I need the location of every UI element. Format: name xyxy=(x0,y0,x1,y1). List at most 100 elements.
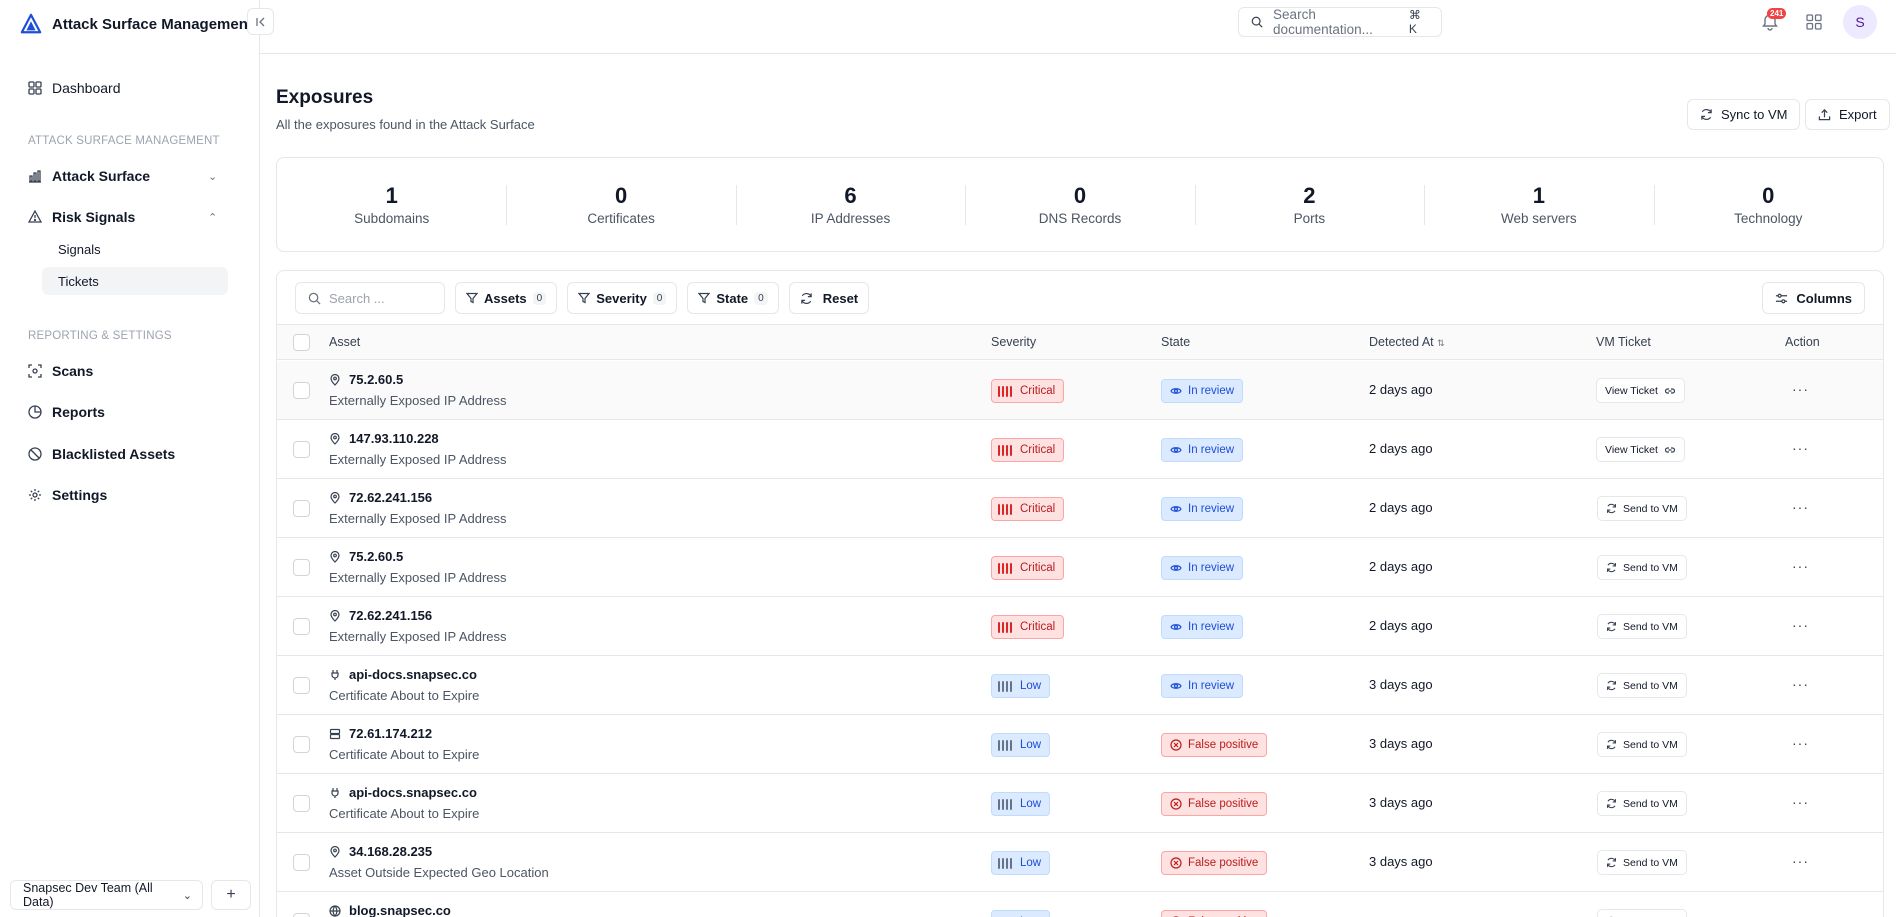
sidebar-subitem-signals[interactable]: Signals xyxy=(42,235,228,263)
sidebar-item-dashboard[interactable]: Dashboard xyxy=(28,76,121,100)
column-header-severity[interactable]: Severity xyxy=(991,335,1036,349)
sidebar-item-settings[interactable]: Settings xyxy=(28,483,107,507)
row-checkbox[interactable] xyxy=(293,500,310,517)
state-badge[interactable]: In review xyxy=(1161,438,1244,462)
view-ticket-button[interactable]: View Ticket xyxy=(1596,378,1685,403)
state-badge[interactable]: In review xyxy=(1161,615,1244,639)
view-ticket-button[interactable]: View Ticket xyxy=(1596,437,1685,462)
column-header-detected-at[interactable]: Detected At ⇅ xyxy=(1369,335,1445,349)
collapse-sidebar-button[interactable] xyxy=(247,8,274,35)
export-button[interactable]: Export xyxy=(1805,99,1890,130)
asset-name[interactable]: api-docs.snapsec.co xyxy=(329,785,477,800)
more-actions-icon[interactable]: ··· xyxy=(1792,912,1809,917)
table-row[interactable]: 72.62.241.156 Externally Exposed IP Addre… xyxy=(277,597,1883,656)
send-to-vm-button[interactable]: Send to VM xyxy=(1597,850,1687,875)
table-row[interactable]: 72.61.174.212 Certificate About to Expire… xyxy=(277,715,1883,774)
send-to-vm-button[interactable]: Send to VM xyxy=(1597,555,1687,580)
asset-name[interactable]: 75.2.60.5 xyxy=(329,549,403,564)
stat-technology[interactable]: 0 Technology xyxy=(1653,158,1883,251)
more-actions-icon[interactable]: ··· xyxy=(1792,794,1809,810)
brand[interactable]: Attack Surface Management xyxy=(20,12,253,36)
row-checkbox[interactable] xyxy=(293,618,310,635)
state-badge[interactable]: In review xyxy=(1161,556,1244,580)
sidebar-subitem-tickets[interactable]: Tickets xyxy=(42,267,228,295)
columns-button[interactable]: Columns xyxy=(1762,282,1865,314)
send-to-vm-button[interactable]: Send to VM xyxy=(1597,732,1687,757)
more-actions-icon[interactable]: ··· xyxy=(1792,499,1809,515)
stat-web-servers[interactable]: 1 Web servers xyxy=(1424,158,1653,251)
table-search-input[interactable]: Search ... xyxy=(295,282,445,314)
ban-icon xyxy=(28,447,42,461)
state-badge[interactable]: False positive xyxy=(1161,910,1268,917)
row-checkbox[interactable] xyxy=(293,913,310,917)
table-row[interactable]: 147.93.110.228 Externally Exposed IP Addr… xyxy=(277,420,1883,479)
table-row[interactable]: api-docs.snapsec.co Certificate About to … xyxy=(277,774,1883,833)
table-row[interactable]: blog.snapsec.co Low False positive Send to … xyxy=(277,892,1883,917)
table-row[interactable]: api-docs.snapsec.co Certificate About to … xyxy=(277,656,1883,715)
column-header-state[interactable]: State xyxy=(1161,335,1190,349)
reset-filters-button[interactable]: Reset xyxy=(788,282,870,314)
send-to-vm-button[interactable]: Send to VM xyxy=(1597,496,1687,521)
column-header-vm-ticket[interactable]: VM Ticket xyxy=(1596,335,1651,349)
stat-certificates[interactable]: 0 Certificates xyxy=(506,158,735,251)
asset-name-text: 34.168.28.235 xyxy=(349,844,433,859)
more-actions-icon[interactable]: ··· xyxy=(1792,676,1809,692)
table-row[interactable]: 75.2.60.5 Externally Exposed IP Address Cr… xyxy=(277,538,1883,597)
sync-to-vm-button[interactable]: Sync to VM xyxy=(1687,99,1801,130)
sidebar-item-scans[interactable]: Scans xyxy=(28,359,93,383)
send-to-vm-button[interactable]: Send to VM xyxy=(1597,673,1687,698)
column-header-asset[interactable]: Asset xyxy=(329,335,360,349)
asset-name[interactable]: 72.62.241.156 xyxy=(329,490,432,505)
more-actions-icon[interactable]: ··· xyxy=(1792,853,1809,869)
table-row[interactable]: 34.168.28.235 Asset Outside Expected Geo … xyxy=(277,833,1883,892)
asset-name[interactable]: 147.93.110.228 xyxy=(329,431,439,446)
assets-filter-button[interactable]: Assets 0 xyxy=(455,282,558,314)
table-row[interactable]: 75.2.60.5 Externally Exposed IP Address Cr… xyxy=(277,361,1883,420)
sidebar-item-blacklisted-assets[interactable]: Blacklisted Assets xyxy=(28,442,175,466)
state-badge[interactable]: In review xyxy=(1161,674,1244,698)
more-actions-icon[interactable]: ··· xyxy=(1792,558,1809,574)
stat-subdomains[interactable]: 1 Subdomains xyxy=(277,158,506,251)
more-actions-icon[interactable]: ··· xyxy=(1792,440,1809,456)
state-badge[interactable]: False positive xyxy=(1161,792,1268,816)
send-to-vm-button[interactable]: Send to VM xyxy=(1597,614,1687,639)
more-actions-icon[interactable]: ··· xyxy=(1792,735,1809,751)
sidebar-item-risk-signals[interactable]: Risk Signals ⌃ xyxy=(28,205,217,229)
asset-name[interactable]: 34.168.28.235 xyxy=(329,844,432,859)
state-badge[interactable]: In review xyxy=(1161,379,1244,403)
row-checkbox[interactable] xyxy=(293,677,310,694)
asset-name[interactable]: 72.62.241.156 xyxy=(329,608,432,623)
add-team-button[interactable]: + xyxy=(211,880,251,910)
state-badge[interactable]: False positive xyxy=(1161,733,1268,757)
search-documentation-input[interactable]: Search documentation... ⌘ K xyxy=(1238,7,1442,37)
state-badge[interactable]: In review xyxy=(1161,497,1244,521)
row-checkbox[interactable] xyxy=(293,441,310,458)
stat-ip-addresses[interactable]: 6 IP Addresses xyxy=(735,158,965,251)
asset-name[interactable]: 75.2.60.5 xyxy=(329,372,403,387)
asset-name[interactable]: api-docs.snapsec.co xyxy=(329,667,477,682)
row-checkbox[interactable] xyxy=(293,382,310,399)
more-actions-icon[interactable]: ··· xyxy=(1792,617,1809,633)
stat-ports[interactable]: 2 Ports xyxy=(1194,158,1424,251)
team-select[interactable]: Snapsec Dev Team (All Data) ⌄ xyxy=(10,880,203,910)
severity-label: Critical xyxy=(1020,444,1056,456)
severity-filter-button[interactable]: Severity 0 xyxy=(567,282,678,314)
state-badge[interactable]: False positive xyxy=(1161,851,1268,875)
stat-dns-records[interactable]: 0 DNS Records xyxy=(965,158,1194,251)
row-checkbox[interactable] xyxy=(293,854,310,871)
state-filter-button[interactable]: State 0 xyxy=(687,282,779,314)
apps-grid-icon[interactable] xyxy=(1806,14,1822,30)
row-checkbox[interactable] xyxy=(293,795,310,812)
send-to-vm-button[interactable]: Send to VM xyxy=(1597,791,1687,816)
sidebar-item-reports[interactable]: Reports xyxy=(28,400,105,424)
more-actions-icon[interactable]: ··· xyxy=(1792,381,1809,397)
row-checkbox[interactable] xyxy=(293,559,310,576)
asset-name[interactable]: 72.61.174.212 xyxy=(329,726,432,741)
avatar[interactable]: S xyxy=(1843,5,1877,39)
send-to-vm-button[interactable]: Send to VM xyxy=(1597,909,1687,917)
table-row[interactable]: 72.62.241.156 Externally Exposed IP Addre… xyxy=(277,479,1883,538)
asset-name[interactable]: blog.snapsec.co xyxy=(329,903,451,917)
sidebar-item-attack-surface[interactable]: Attack Surface ⌄ xyxy=(28,164,217,188)
row-checkbox[interactable] xyxy=(293,736,310,753)
select-all-checkbox[interactable] xyxy=(293,334,310,351)
